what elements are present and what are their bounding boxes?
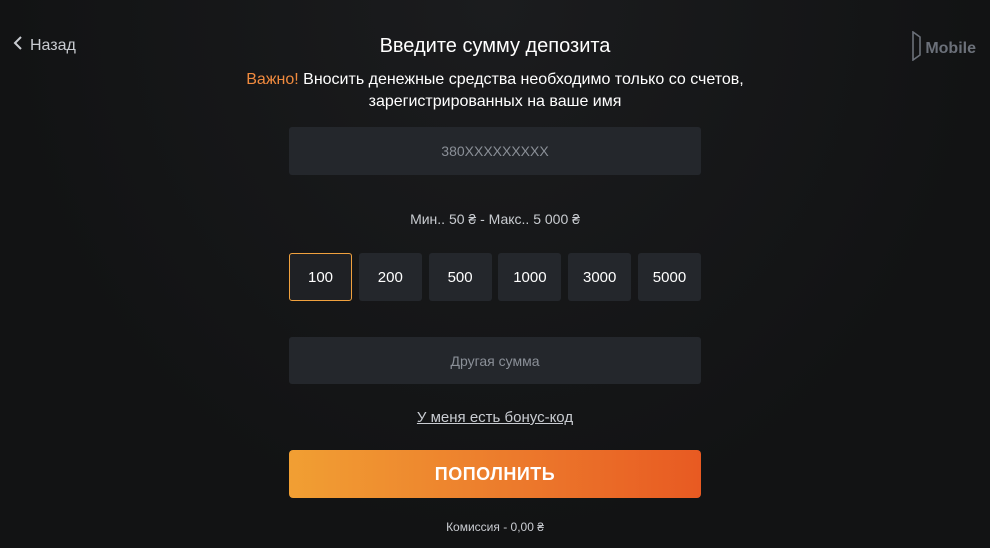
bonus-code-link[interactable]: У меня есть бонус-код — [417, 409, 573, 426]
notice-important-label: Важно! — [246, 71, 299, 88]
notice-text: Вносить денежные средства необходимо тол… — [298, 71, 744, 88]
amount-option-500[interactable]: 500 — [428, 253, 492, 301]
amount-option-1000[interactable]: 1000 — [498, 253, 562, 301]
amount-presets: 100 200 500 1000 3000 5000 — [289, 253, 701, 301]
commission-text: Комиссия - 0,00 ₴ — [446, 520, 544, 534]
page-title: Введите сумму депозита — [379, 35, 611, 57]
amount-option-200[interactable]: 200 — [358, 253, 422, 301]
amount-option-5000[interactable]: 5000 — [637, 253, 701, 301]
deposit-limits: Мин.. 50 ₴ - Макс.. 5 000 ₴ — [410, 211, 580, 227]
deposit-submit-button[interactable]: ПОПОЛНИТЬ — [289, 450, 701, 498]
notice-text-line2: зарегистрированных на ваше имя — [368, 93, 622, 110]
other-amount-input[interactable] — [289, 337, 701, 384]
amount-option-100[interactable]: 100 — [289, 253, 352, 301]
phone-placeholder: 380XXXXXXXXX — [441, 143, 549, 159]
phone-field[interactable]: 380XXXXXXXXX — [289, 127, 701, 175]
bonus-code-row: У меня есть бонус-код — [0, 409, 990, 426]
amount-option-3000[interactable]: 3000 — [568, 253, 632, 301]
deposit-page: Назад Mobile Введите сумму депозита Важн… — [0, 0, 990, 548]
deposit-notice: Важно! Вносить денежные средства необход… — [0, 69, 990, 113]
